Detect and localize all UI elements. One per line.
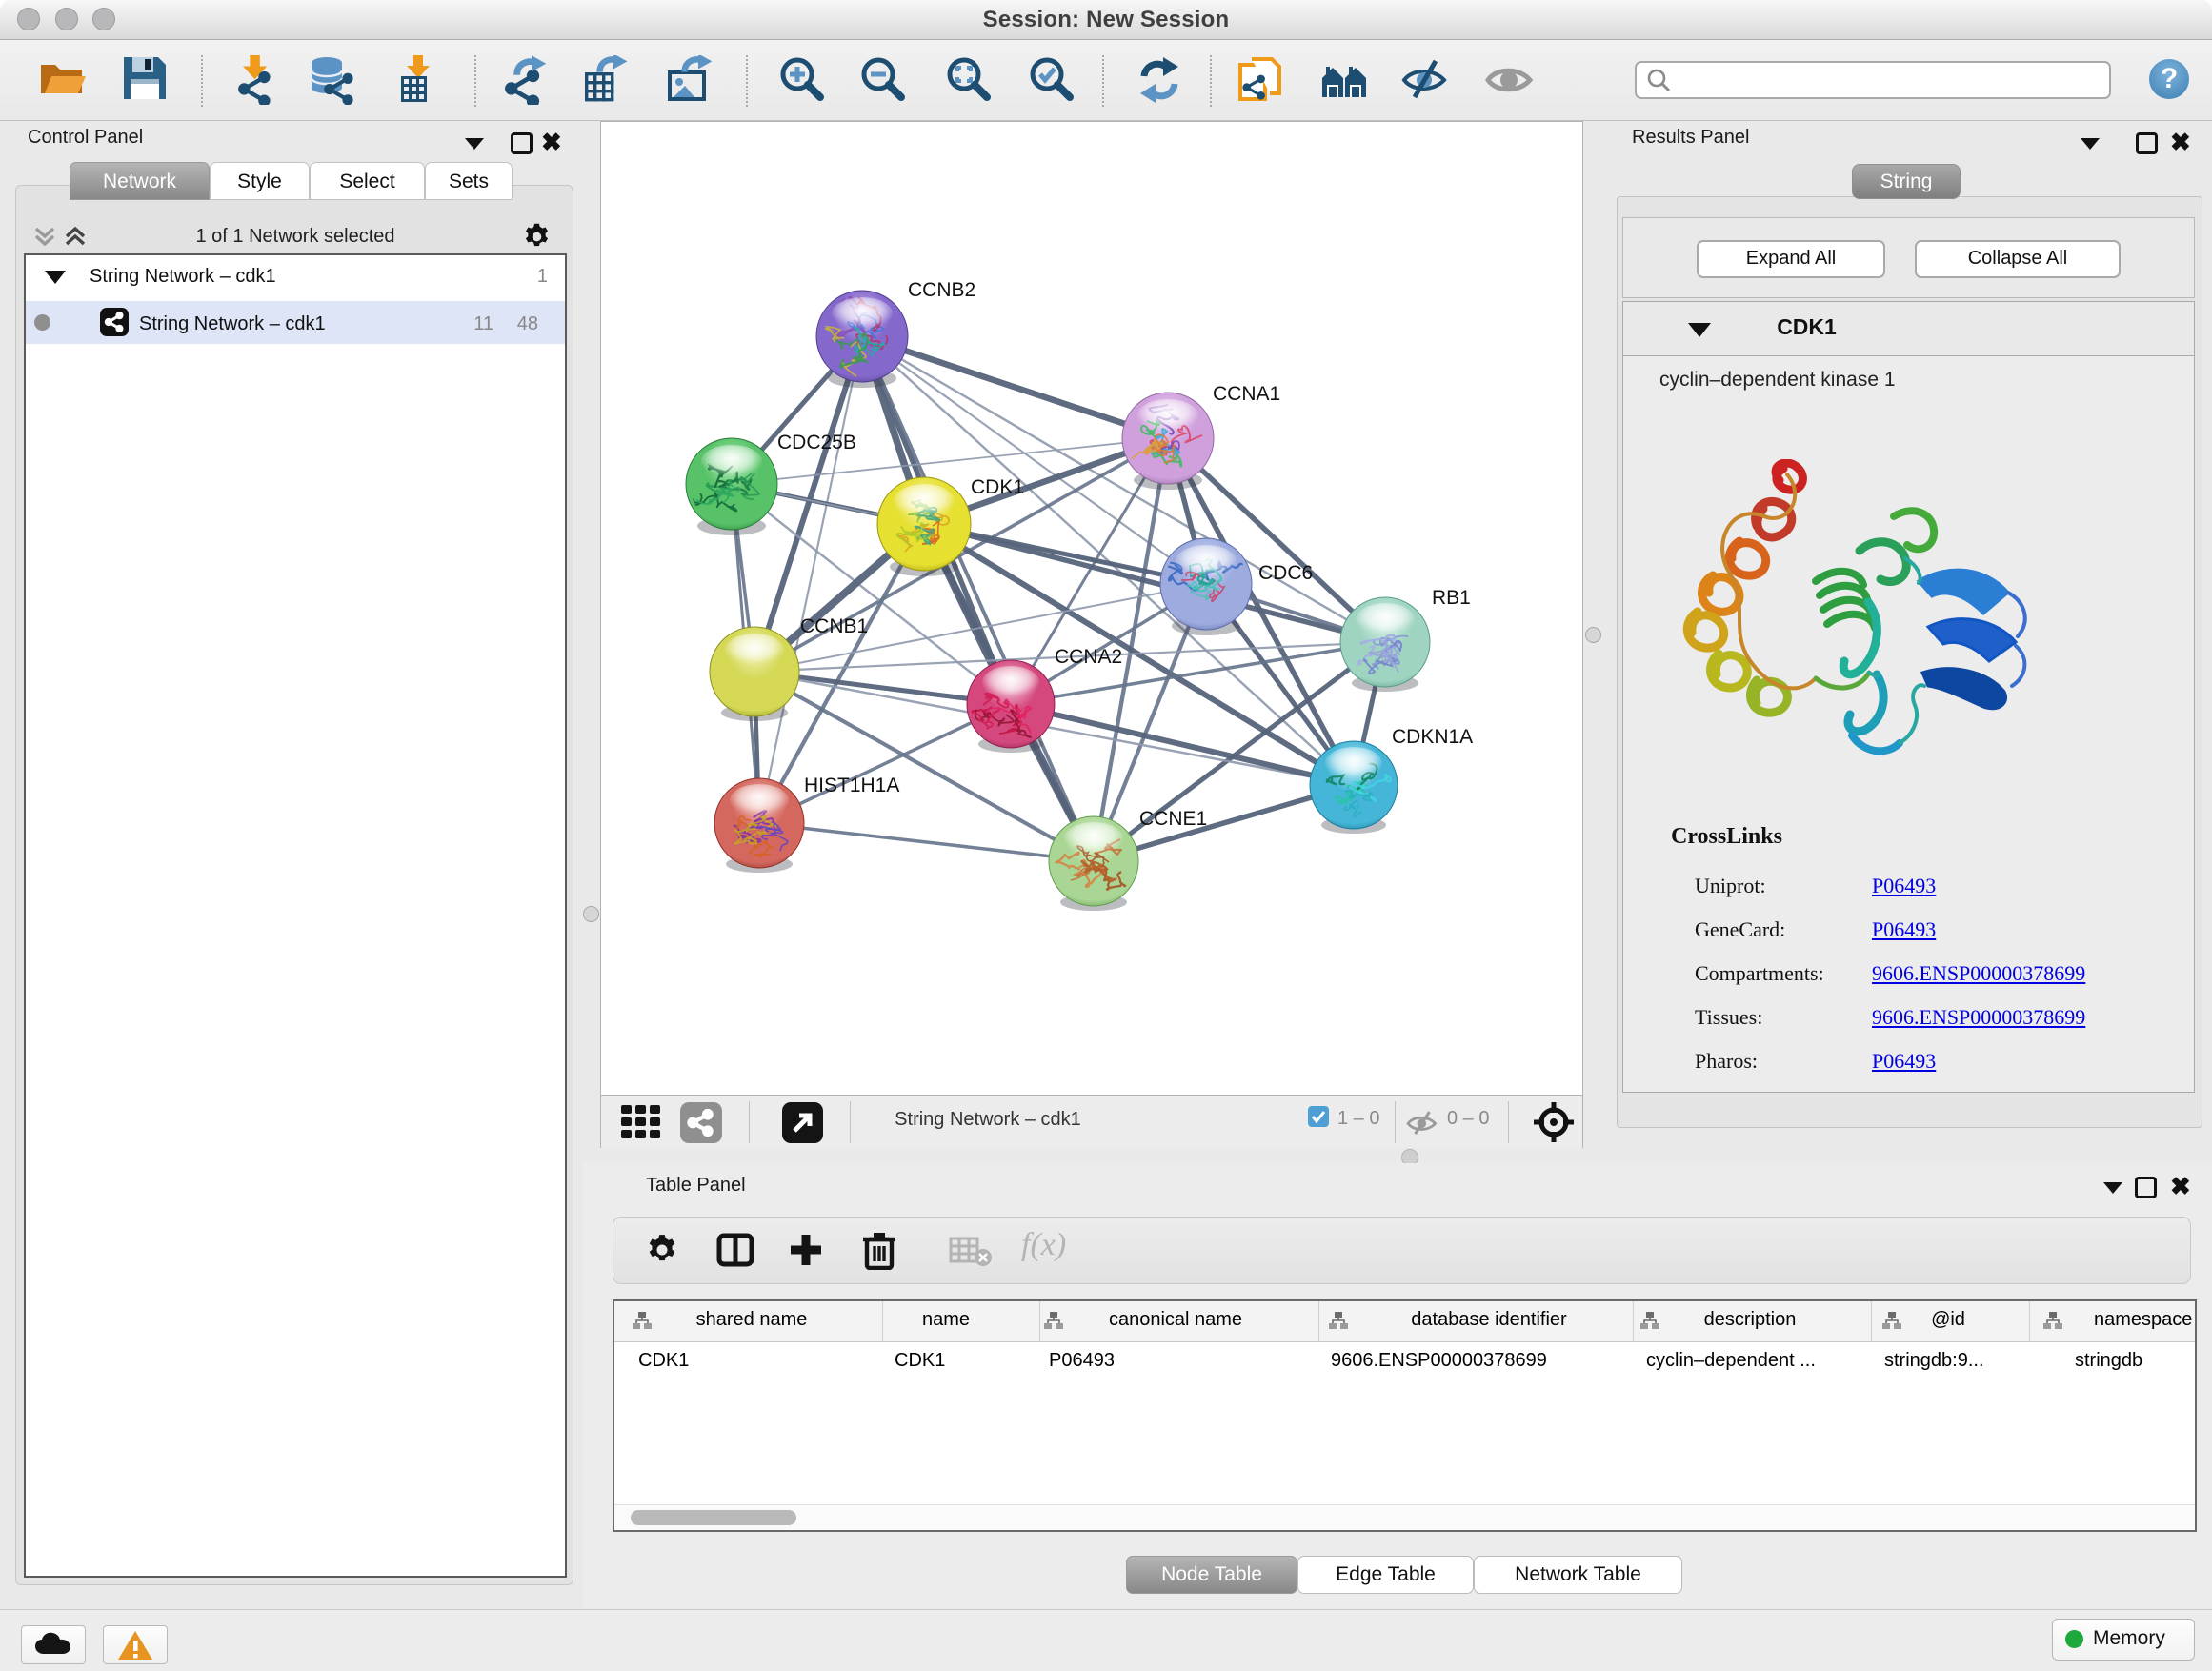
svg-text:CDC25B: CDC25B [777,432,856,453]
svg-text:CCNE1: CCNE1 [1139,808,1207,830]
svg-text:CDKN1A: CDKN1A [1392,726,1473,748]
svg-text:CCNB2: CCNB2 [908,279,975,301]
svg-text:CCNA2: CCNA2 [1055,646,1122,668]
svg-text:CCNB1: CCNB1 [800,615,868,637]
svg-text:HIST1H1A: HIST1H1A [804,775,899,796]
svg-text:CCNA1: CCNA1 [1213,383,1280,405]
svg-text:CDK1: CDK1 [971,476,1024,498]
svg-text:CDC6: CDC6 [1258,562,1313,584]
svg-text:RB1: RB1 [1432,587,1471,609]
